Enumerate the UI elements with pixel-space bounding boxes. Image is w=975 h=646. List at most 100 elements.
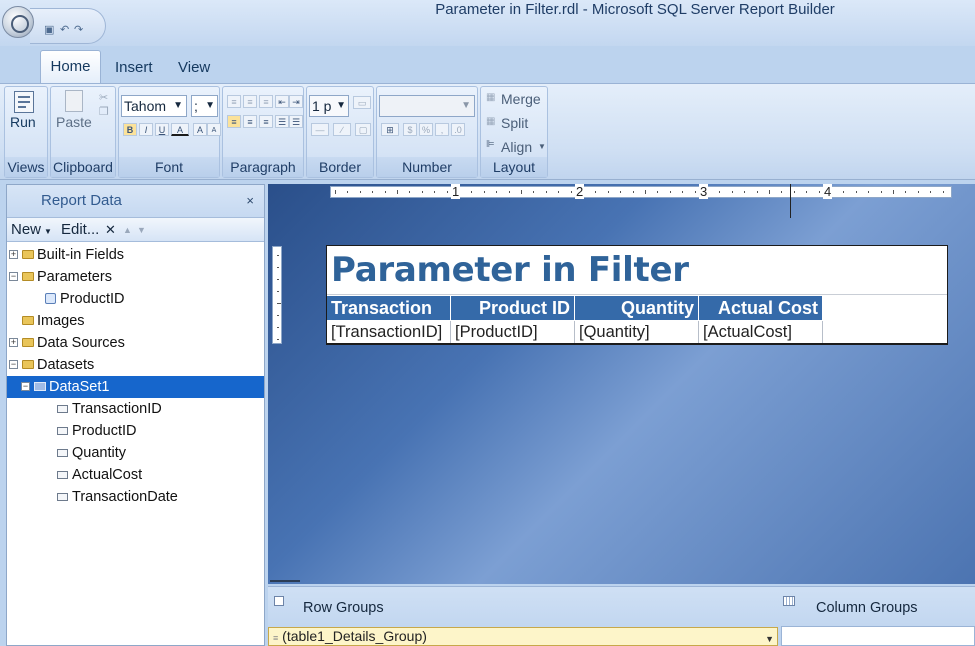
table-cell-quantity[interactable]: [Quantity]	[575, 321, 699, 344]
chevron-down-icon[interactable]: ▼	[765, 631, 774, 646]
expand-icon[interactable]: +	[9, 250, 18, 259]
redo-icon[interactable]: ↷	[74, 23, 83, 36]
move-down-icon[interactable]: ▼	[137, 218, 146, 242]
row-group-item-label: (table1_Details_Group)	[282, 628, 427, 644]
merge-button[interactable]: Merge	[501, 91, 541, 107]
report-body[interactable]: Parameter in Filter Transaction Product …	[326, 245, 948, 345]
application-menu-button[interactable]	[2, 6, 34, 38]
border-style-icon[interactable]: ―	[311, 123, 329, 136]
save-icon[interactable]: ▣	[44, 23, 54, 36]
chevron-down-icon[interactable]: ▼	[538, 142, 546, 151]
ruler-tick	[421, 191, 423, 193]
align-center-icon[interactable]: ≡	[243, 115, 257, 128]
report-bottom-border	[327, 343, 947, 344]
table-header-product-id[interactable]: Product ID	[451, 296, 575, 320]
tree-item[interactable]: TransactionID	[7, 398, 264, 420]
underline-icon[interactable]: U	[155, 123, 169, 136]
design-surface[interactable]	[268, 184, 975, 584]
grow-font-icon[interactable]: A	[193, 123, 207, 136]
align-button[interactable]: Align	[501, 139, 532, 155]
table-header-quantity[interactable]: Quantity	[575, 296, 699, 320]
placeholder-format-icon[interactable]: ⊞	[381, 123, 399, 136]
column-group-area[interactable]	[781, 626, 975, 646]
number-format-select[interactable]: ▼	[379, 95, 475, 117]
vertical-ruler	[272, 246, 282, 344]
tree-item[interactable]: ActualCost	[7, 464, 264, 486]
tree-item[interactable]: TransactionDate	[7, 486, 264, 508]
table-cell-transaction-id[interactable]: [TransactionID]	[327, 321, 451, 344]
row-group-item[interactable]: ≡ (table1_Details_Group) ▼	[268, 627, 778, 646]
chevron-down-icon: ▼	[336, 100, 346, 111]
align-right-icon[interactable]: ≡	[259, 115, 273, 128]
borders-icon[interactable]: ▢	[355, 123, 371, 136]
increase-indent-icon[interactable]: ⇥	[289, 95, 303, 108]
run-icon[interactable]	[14, 91, 34, 113]
tree-item-label: Data Sources	[37, 335, 125, 351]
delete-icon[interactable]: ✕	[105, 218, 116, 242]
ruler-tick	[880, 191, 882, 193]
italic-icon[interactable]: I	[139, 123, 153, 136]
ruler-tick	[570, 191, 572, 193]
percent-icon[interactable]: %	[419, 123, 433, 136]
font-name-select[interactable]: Tahom ▼	[121, 95, 187, 117]
edit-button[interactable]: Edit...	[61, 218, 99, 242]
align-middle-icon[interactable]: ≡	[243, 95, 257, 108]
tree-item[interactable]: − DataSet1	[7, 376, 264, 398]
align-top-icon[interactable]: ≡	[227, 95, 241, 108]
border-width-select[interactable]: 1 p ▼	[309, 95, 349, 117]
paste-icon[interactable]	[65, 90, 83, 112]
currency-icon[interactable]: $	[403, 123, 417, 136]
tree-item[interactable]: Images	[7, 310, 264, 332]
tree-item[interactable]: − Parameters	[7, 266, 264, 288]
move-up-icon[interactable]: ▲	[123, 218, 132, 242]
table-header-transaction[interactable]: Transaction	[327, 296, 451, 320]
collapse-icon[interactable]: −	[9, 272, 18, 281]
font-color-icon[interactable]: A	[171, 123, 189, 136]
ruler-tick	[595, 191, 597, 193]
bold-icon[interactable]: B	[123, 123, 137, 136]
font-size-select[interactable]: ; ▼	[191, 95, 218, 117]
line-color-icon[interactable]: ∕	[333, 123, 351, 136]
undo-icon[interactable]: ↶	[60, 23, 69, 36]
bullet-list-icon[interactable]: ☰	[275, 115, 289, 128]
expand-icon[interactable]: +	[9, 338, 18, 347]
border-color-icon[interactable]: ▭	[353, 96, 371, 109]
increase-decimal-icon[interactable]: .0	[451, 123, 465, 136]
tree-item[interactable]: ProductID	[7, 420, 264, 442]
report-title-textbox[interactable]: Parameter in Filter	[331, 250, 689, 290]
paste-button[interactable]: Paste	[56, 114, 92, 130]
cut-icon[interactable]: ✂	[99, 91, 108, 104]
ruler-number: 4	[823, 184, 833, 199]
tree-item[interactable]: − Datasets	[7, 354, 264, 376]
collapse-icon[interactable]: −	[9, 360, 18, 369]
table-cell-actual-cost[interactable]: [ActualCost]	[699, 321, 823, 344]
chevron-down-icon: ▼	[44, 227, 52, 236]
tree-item[interactable]: Quantity	[7, 442, 264, 464]
report-data-tree: + Built-in Fields − Parameters ProductID Imag…	[7, 244, 264, 544]
pane-title: Report Data	[41, 192, 122, 209]
tab-view[interactable]: View	[174, 57, 214, 84]
collapse-icon[interactable]: −	[21, 382, 30, 391]
table-header-actual-cost[interactable]: Actual Cost	[699, 296, 823, 320]
run-button[interactable]: Run	[10, 114, 36, 130]
close-icon[interactable]: ×	[246, 185, 254, 217]
tree-item[interactable]: + Built-in Fields	[7, 244, 264, 266]
ribbon-group-label: Number	[377, 157, 477, 177]
tab-home[interactable]: Home	[40, 50, 101, 84]
tree-item[interactable]: ProductID	[7, 288, 264, 310]
align-bottom-icon[interactable]: ≡	[259, 95, 273, 108]
shrink-font-icon[interactable]: A	[207, 123, 221, 136]
title-divider	[327, 294, 947, 295]
numbered-list-icon[interactable]: ☰	[289, 115, 303, 128]
align-left-icon[interactable]: ≡	[227, 115, 241, 128]
comma-style-icon[interactable]: ,	[435, 123, 449, 136]
decrease-indent-icon[interactable]: ⇤	[275, 95, 289, 108]
tab-insert[interactable]: Insert	[111, 57, 157, 84]
dataset-icon	[34, 382, 46, 391]
tree-item[interactable]: + Data Sources	[7, 332, 264, 354]
new-button[interactable]: New ▼	[11, 218, 52, 244]
table-cell-product-id[interactable]: [ProductID]	[451, 321, 575, 344]
copy-icon[interactable]: ❐	[99, 105, 109, 118]
ruler-tick	[806, 191, 808, 193]
split-button[interactable]: Split	[501, 115, 528, 131]
